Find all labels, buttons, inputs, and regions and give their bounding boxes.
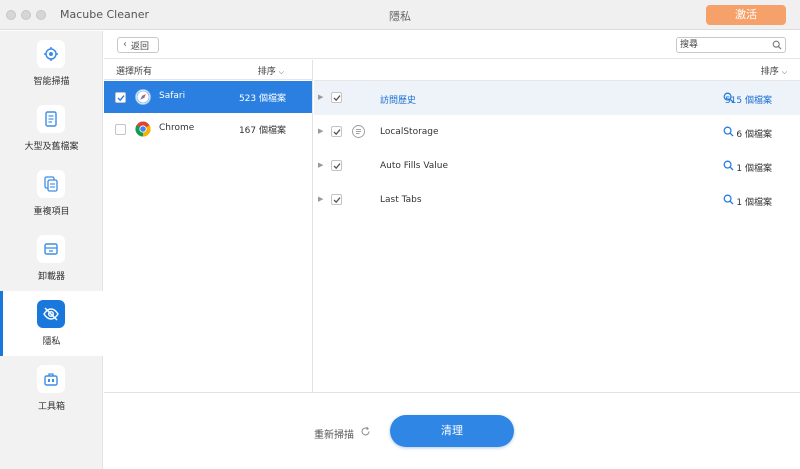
sidebar-item-large-old-files[interactable]: 大型及舊檔案 <box>0 96 103 161</box>
sidebar-item-label: 卸載器 <box>37 272 65 282</box>
sidebar-item-label: 大型及舊檔案 <box>24 142 79 152</box>
sidebar-item-label: 重複項目 <box>33 207 70 217</box>
browser-row-safari[interactable]: Safari 523 個檔案 <box>104 81 312 113</box>
search-box <box>676 37 786 53</box>
item-file-count: 515 個檔案 <box>724 96 772 106</box>
item-checkbox[interactable] <box>331 160 342 171</box>
sidebar-item-label: 工具箱 <box>37 402 65 412</box>
browser-list-pane: 選擇所有 排序 ⌵ Safari 523 個檔案 Chrome 167 個檔案 <box>104 60 313 392</box>
uninstaller-box-icon <box>37 235 65 263</box>
app-window: Macube Cleaner 隱私 激活 智能掃描 大型及舊檔案 重複項目 卸載… <box>0 0 800 469</box>
expand-arrow-icon[interactable]: ▶ <box>318 161 323 169</box>
close-window-button[interactable] <box>6 10 16 20</box>
safari-checkbox[interactable] <box>115 92 126 103</box>
item-file-count: 1 個檔案 <box>736 164 772 174</box>
chrome-icon <box>135 121 151 137</box>
activate-button[interactable]: 激活 <box>706 5 786 25</box>
checkmark-icon <box>333 196 341 203</box>
item-checkbox[interactable] <box>331 92 342 103</box>
select-all-label[interactable]: 選擇所有 <box>116 64 152 77</box>
browser-file-count: 167 個檔案 <box>238 126 286 136</box>
sort-label: 排序 <box>257 67 276 77</box>
magnifier-icon[interactable] <box>723 160 734 171</box>
expand-arrow-icon[interactable]: ▶ <box>318 93 323 101</box>
sort-label: 排序 <box>760 67 779 77</box>
items-list-header: 排序 ⌵ <box>314 60 800 81</box>
safari-icon <box>135 89 151 105</box>
minimize-window-button[interactable] <box>21 10 31 20</box>
chevron-down-icon: ⌵ <box>781 68 787 76</box>
chrome-checkbox[interactable] <box>115 124 126 135</box>
expand-arrow-icon[interactable]: ▶ <box>318 127 323 135</box>
privacy-items-pane: 排序 ⌵ ▶ 訪問歷史 515 個檔案 ▶ LocalStorage 6 個檔案… <box>314 60 800 392</box>
expand-arrow-icon[interactable]: ▶ <box>318 195 323 203</box>
browser-file-count: 523 個檔案 <box>238 94 286 104</box>
storage-list-icon <box>352 125 365 138</box>
item-name: LocalStorage <box>380 127 439 137</box>
checkmark-icon <box>333 128 341 135</box>
clean-button[interactable]: 清理 <box>390 415 514 447</box>
chevron-left-icon: ‹ <box>123 39 127 50</box>
toolbar: ‹ 返回 <box>104 31 800 59</box>
document-icon <box>37 105 65 133</box>
browser-name: Chrome <box>159 123 195 133</box>
sidebar: 智能掃描 大型及舊檔案 重複項目 卸載器 隱私 工具箱 <box>0 31 103 469</box>
magnifier-icon[interactable] <box>723 194 734 205</box>
items-sort-button[interactable]: 排序 ⌵ <box>761 64 787 77</box>
zoom-window-button[interactable] <box>36 10 46 20</box>
sidebar-item-label: 隱私 <box>42 337 61 347</box>
item-row-auto-fills[interactable]: ▶ Auto Fills Value 1 個檔案 <box>314 149 800 183</box>
sidebar-item-uninstaller[interactable]: 卸載器 <box>0 226 103 291</box>
item-name: Auto Fills Value <box>380 161 449 171</box>
item-checkbox[interactable] <box>331 194 342 205</box>
item-row-visit-history[interactable]: ▶ 訪問歷史 515 個檔案 <box>314 81 800 115</box>
item-row-localstorage[interactable]: ▶ LocalStorage 6 個檔案 <box>314 115 800 149</box>
refresh-icon[interactable] <box>360 426 371 437</box>
checkmark-icon <box>117 94 125 101</box>
checkmark-icon <box>333 162 341 169</box>
chevron-down-icon: ⌵ <box>278 68 284 76</box>
toolbox-icon <box>37 365 65 393</box>
item-file-count: 1 個檔案 <box>736 198 772 208</box>
browser-sort-button[interactable]: 排序 ⌵ <box>258 64 284 77</box>
eye-slash-icon <box>37 300 65 328</box>
item-file-count: 6 個檔案 <box>736 130 772 140</box>
target-scan-icon <box>37 40 65 68</box>
item-checkbox[interactable] <box>331 126 342 137</box>
magnifier-icon[interactable] <box>723 126 734 137</box>
sidebar-item-toolbox[interactable]: 工具箱 <box>0 356 103 421</box>
sidebar-item-label: 智能掃描 <box>33 77 70 87</box>
item-row-last-tabs[interactable]: ▶ Last Tabs 1 個檔案 <box>314 183 800 217</box>
back-label: 返回 <box>131 41 150 52</box>
sidebar-item-duplicates[interactable]: 重複項目 <box>0 161 103 226</box>
rescan-button[interactable]: 重新掃描 <box>314 426 354 441</box>
checkmark-icon <box>333 94 341 101</box>
browser-name: Safari <box>159 91 186 101</box>
search-icon[interactable] <box>772 40 782 50</box>
title-bar: Macube Cleaner 隱私 激活 <box>0 0 800 30</box>
sidebar-item-smart-scan[interactable]: 智能掃描 <box>0 31 103 96</box>
item-name: Last Tabs <box>380 195 422 205</box>
search-input[interactable] <box>680 39 768 51</box>
back-button[interactable]: ‹ 返回 <box>117 37 159 53</box>
bottom-action-bar: 重新掃描 清理 <box>104 392 800 469</box>
browser-row-chrome[interactable]: Chrome 167 個檔案 <box>104 113 312 145</box>
item-name: 訪問歷史 <box>380 96 417 106</box>
app-name: Macube Cleaner <box>60 8 150 21</box>
duplicate-files-icon <box>37 170 65 198</box>
sidebar-item-privacy[interactable]: 隱私 <box>0 291 103 356</box>
browser-list-header: 選擇所有 排序 ⌵ <box>104 60 312 80</box>
